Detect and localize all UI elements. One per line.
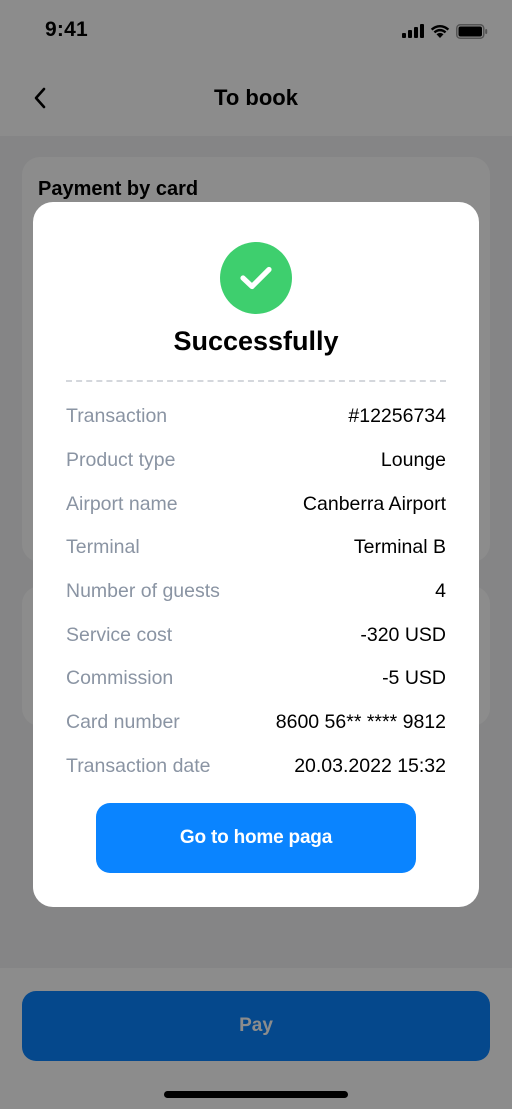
modal-title: Successfully (173, 326, 339, 356)
success-check-circle (220, 242, 292, 314)
detail-row-commission: Commission -5 USD (66, 657, 446, 701)
detail-label: Service cost (66, 623, 173, 646)
detail-value: Canberra Airport (302, 492, 446, 515)
go-home-button[interactable]: Go to home paga (96, 803, 416, 873)
dashed-divider (66, 380, 446, 382)
detail-row-service-cost: Service cost -320 USD (66, 613, 446, 657)
detail-label: Commission (66, 667, 174, 690)
detail-label: Airport name (66, 492, 178, 515)
detail-row-product-type: Product type Lounge (66, 439, 446, 483)
detail-label: Transaction date (66, 754, 211, 777)
detail-value: 4 (435, 580, 446, 603)
detail-value: -5 USD (382, 667, 446, 690)
success-modal: Successfully Transaction #12256734 Produ… (33, 202, 479, 907)
detail-label: Number of guests (66, 580, 220, 603)
detail-label: Terminal (66, 536, 140, 559)
detail-label: Card number (66, 711, 180, 734)
detail-row-card-number: Card number 8600 56** **** 9812 (66, 701, 446, 745)
detail-label: Transaction (66, 405, 168, 428)
detail-value: 8600 56** **** 9812 (275, 711, 446, 734)
detail-value: 20.03.2022 15:32 (294, 754, 446, 777)
transaction-details: Transaction #12256734 Product type Loung… (66, 395, 446, 788)
detail-row-transaction: Transaction #12256734 (66, 395, 446, 439)
detail-row-number-of-guests: Number of guests 4 (66, 570, 446, 614)
detail-row-airport-name: Airport name Canberra Airport (66, 482, 446, 526)
detail-row-transaction-date: Transaction date 20.03.2022 15:32 (66, 745, 446, 789)
checkmark-icon (240, 266, 272, 290)
detail-row-terminal: Terminal Terminal B (66, 526, 446, 570)
detail-label: Product type (66, 449, 176, 472)
detail-value: -320 USD (360, 623, 446, 646)
detail-value: #12256734 (348, 405, 446, 428)
detail-value: Lounge (380, 449, 446, 472)
detail-value: Terminal B (353, 536, 446, 559)
